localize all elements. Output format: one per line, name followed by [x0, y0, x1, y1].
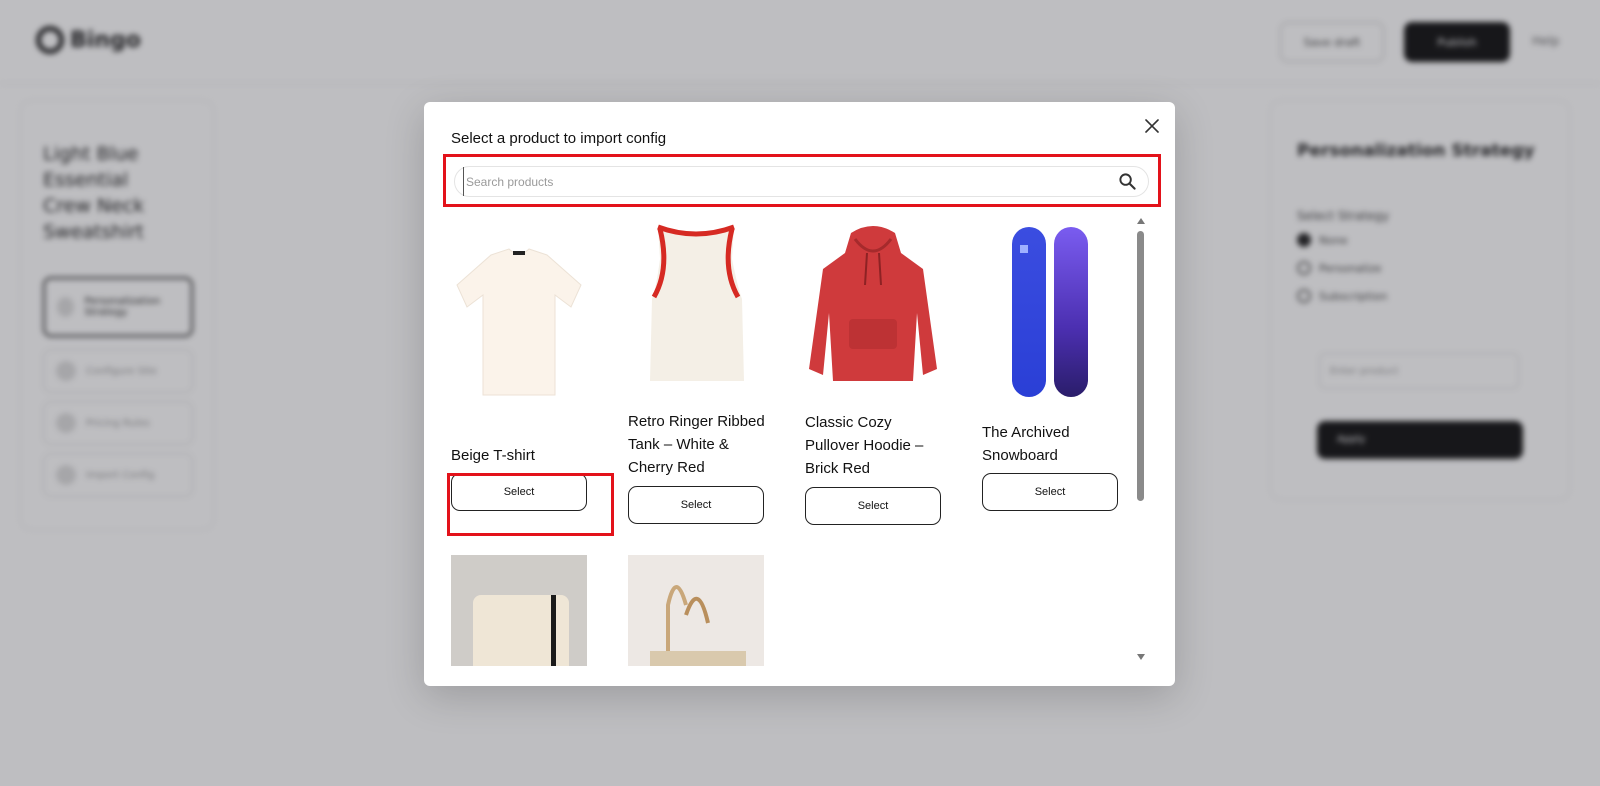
product-image-notebook	[451, 555, 587, 666]
search-icon[interactable]	[1118, 172, 1137, 191]
product-image-hoodie	[805, 219, 941, 391]
product-card: The Archived Snowboard Select	[982, 219, 1122, 639]
product-name: Retro Ringer Ribbed Tank – White & Cherr…	[628, 413, 765, 476]
scroll-thumb[interactable]	[1137, 231, 1144, 501]
select-button-hoodie[interactable]: Select	[805, 487, 941, 525]
product-image-tank	[628, 219, 764, 389]
product-card: Classic Cozy Pullover Hoodie – Brick Red…	[805, 219, 945, 639]
scroll-up-icon[interactable]	[1137, 218, 1145, 224]
select-button-snowboard[interactable]: Select	[982, 473, 1118, 511]
close-icon	[1145, 119, 1159, 133]
search-bar	[454, 166, 1149, 197]
select-highlight-box	[447, 473, 614, 536]
product-image-tote	[628, 555, 764, 666]
select-button-retro-tank[interactable]: Select	[628, 486, 764, 524]
close-button[interactable]	[1142, 116, 1162, 136]
modal-title: Select a product to import config	[451, 130, 667, 147]
product-image-snowboard	[982, 219, 1118, 403]
product-card	[451, 555, 591, 666]
search-input[interactable]	[463, 167, 1093, 196]
product-grid: Beige T-shirt Select Retro Ringer Ribbed…	[448, 219, 1138, 666]
import-config-modal: Select a product to import config Beige …	[424, 102, 1175, 686]
grid-scrollbar[interactable]	[1134, 218, 1148, 664]
product-card	[628, 555, 768, 666]
product-name: The Archived Snowboard	[982, 424, 1070, 464]
product-image-tshirt	[451, 219, 587, 431]
product-name: Classic Cozy Pullover Hoodie – Brick Red	[805, 414, 924, 477]
scroll-down-icon[interactable]	[1137, 654, 1145, 660]
product-name: Beige T-shirt	[451, 447, 535, 464]
